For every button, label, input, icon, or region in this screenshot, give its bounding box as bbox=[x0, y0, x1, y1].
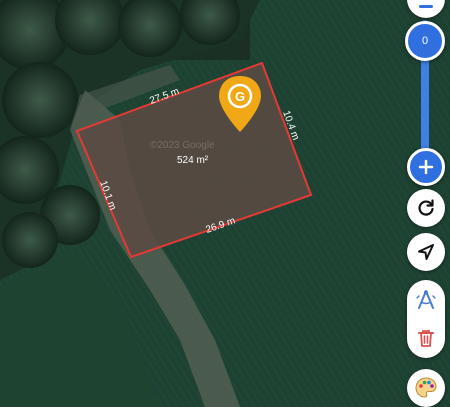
draw-compass-icon bbox=[416, 290, 436, 309]
refresh-icon bbox=[418, 199, 434, 216]
refresh-button[interactable] bbox=[407, 189, 445, 227]
zoom-in-button[interactable] bbox=[407, 148, 445, 186]
zoom-slider-knob[interactable]: 0 bbox=[405, 21, 445, 61]
locate-button[interactable] bbox=[407, 233, 445, 271]
trash-icon bbox=[418, 330, 434, 347]
navigation-arrow-icon bbox=[418, 244, 434, 260]
pin-glyph: G bbox=[235, 89, 245, 104]
map-watermark: ©2023 Google bbox=[150, 140, 215, 151]
plus-icon bbox=[418, 159, 434, 175]
zoom-level-value: 0 bbox=[421, 35, 429, 47]
palette-button[interactable] bbox=[407, 369, 445, 407]
minus-icon bbox=[419, 4, 433, 8]
delete-button[interactable] bbox=[407, 320, 445, 356]
drawing-tools-group bbox=[407, 280, 445, 358]
palette-icon bbox=[415, 377, 437, 398]
draw-tool-button[interactable] bbox=[407, 282, 445, 318]
satellite-map[interactable]: ©2023 Google 27.5 m 10.4 m 26.9 m 10.1 m… bbox=[0, 0, 450, 407]
area-label: 524 m² bbox=[177, 155, 209, 166]
